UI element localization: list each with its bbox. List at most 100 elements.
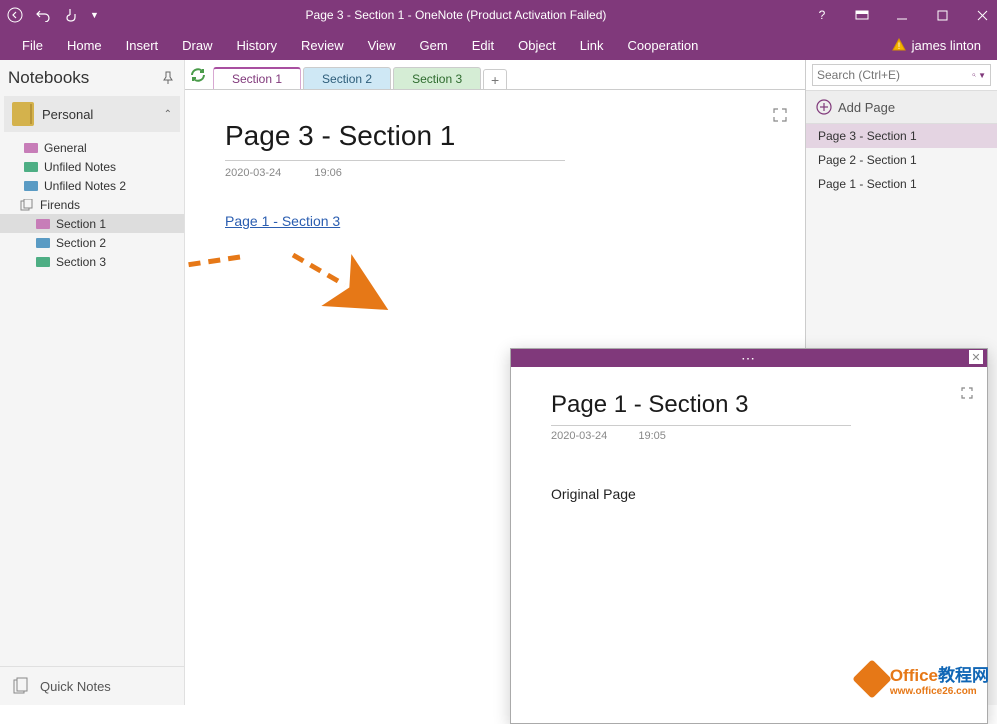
ribbon-display-icon[interactable] — [853, 6, 871, 24]
search-input[interactable] — [817, 68, 972, 82]
notebooks-sidebar: Notebooks Personal ⌃ General Unfiled Not… — [0, 60, 185, 705]
tab-label: Section 2 — [322, 72, 372, 86]
page-hyperlink[interactable]: Page 1 - Section 3 — [225, 213, 340, 229]
chevron-up-icon: ⌃ — [164, 109, 172, 120]
section-label: Unfiled Notes — [44, 160, 116, 174]
search-dropdown-icon[interactable]: ▼ — [978, 71, 986, 80]
add-page-button[interactable]: Add Page — [806, 91, 997, 124]
page-meta: 2020-03-24 19:06 — [225, 167, 765, 179]
popup-meta: 2020-03-24 19:05 — [551, 430, 947, 442]
section-label: Section 2 — [56, 236, 106, 250]
quick-access: ▼ — [6, 6, 99, 24]
watermark-url: www.office26.com — [890, 686, 989, 697]
qat-dropdown-icon[interactable]: ▼ — [90, 10, 99, 20]
menu-insert[interactable]: Insert — [114, 30, 171, 60]
popup-close-icon[interactable]: ✕ — [969, 350, 983, 364]
section-color-icon — [24, 181, 38, 191]
section-label: Section 3 — [56, 255, 106, 269]
sidebar-section-unfiled2[interactable]: Unfiled Notes 2 — [0, 176, 184, 195]
sidebar-title: Notebooks — [8, 68, 160, 88]
menu-view[interactable]: View — [356, 30, 408, 60]
page-entry-label: Page 1 - Section 1 — [818, 177, 917, 191]
notebook-selector[interactable]: Personal ⌃ — [4, 96, 180, 132]
popup-title[interactable]: Page 1 - Section 3 — [551, 391, 947, 419]
page-entry-2[interactable]: Page 2 - Section 1 — [806, 148, 997, 172]
sidebar-section-general[interactable]: General — [0, 138, 184, 157]
menu-file[interactable]: File — [10, 30, 55, 60]
popup-date[interactable]: 2020-03-24 — [551, 430, 607, 442]
search-box[interactable]: ▼ — [812, 64, 991, 86]
page-title[interactable]: Page 3 - Section 1 — [225, 120, 765, 152]
menubar: File Home Insert Draw History Review Vie… — [0, 30, 997, 60]
page-entry-label: Page 3 - Section 1 — [818, 129, 917, 143]
sidebar-section-1[interactable]: Section 1 — [0, 214, 184, 233]
popup-content[interactable]: Original Page — [551, 486, 947, 502]
page-entry-3[interactable]: Page 1 - Section 1 — [806, 172, 997, 196]
section-color-icon — [24, 162, 38, 172]
search-row: ▼ — [806, 60, 997, 91]
help-icon[interactable]: ? — [813, 6, 831, 24]
tab-label: Section 1 — [232, 72, 282, 86]
minimize-icon[interactable] — [893, 6, 911, 24]
popup-body[interactable]: Page 1 - Section 3 2020-03-24 19:05 Orig… — [511, 367, 987, 526]
sync-icon[interactable] — [189, 66, 207, 84]
drag-handle-icon[interactable]: ⋯ — [741, 350, 757, 367]
content-area: Section 1 Section 2 Section 3 + Page 3 -… — [185, 60, 805, 705]
add-page-icon — [816, 99, 832, 115]
notebook-icon — [12, 102, 34, 126]
touch-mode-icon[interactable] — [62, 6, 80, 24]
sidebar-section-3[interactable]: Section 3 — [0, 252, 184, 271]
watermark-brand2: 教程网 — [938, 666, 989, 685]
user-account[interactable]: ! james linton — [892, 38, 987, 53]
menu-link[interactable]: Link — [568, 30, 616, 60]
section-color-icon — [36, 238, 50, 248]
tab-section-3[interactable]: Section 3 — [393, 67, 481, 89]
pin-icon[interactable] — [160, 70, 176, 86]
quick-notes-button[interactable]: Quick Notes — [0, 666, 184, 705]
user-name: james linton — [912, 38, 981, 53]
title-divider — [225, 160, 565, 161]
group-label: Firends — [40, 198, 80, 212]
back-icon[interactable] — [6, 6, 24, 24]
popup-titlebar[interactable]: ⋯ ✕ — [511, 349, 987, 367]
window-controls: ? — [813, 6, 991, 24]
section-color-icon — [36, 219, 50, 229]
page-time[interactable]: 19:06 — [314, 167, 342, 179]
section-tabstrip: Section 1 Section 2 Section 3 + — [185, 60, 805, 90]
fullscreen-icon[interactable] — [773, 108, 787, 122]
close-icon[interactable] — [973, 6, 991, 24]
notebook-name: Personal — [42, 107, 164, 122]
menu-history[interactable]: History — [225, 30, 289, 60]
sidebar-section-unfiled[interactable]: Unfiled Notes — [0, 157, 184, 176]
menu-home[interactable]: Home — [55, 30, 114, 60]
menu-object[interactable]: Object — [506, 30, 568, 60]
undo-icon[interactable] — [34, 6, 52, 24]
section-color-icon — [24, 143, 38, 153]
warning-icon: ! — [892, 38, 906, 52]
menu-cooperation[interactable]: Cooperation — [616, 30, 711, 60]
window-title: Page 3 - Section 1 - OneNote (Product Ac… — [99, 8, 813, 22]
tab-label: Section 3 — [412, 72, 462, 86]
menu-review[interactable]: Review — [289, 30, 356, 60]
svg-text:!: ! — [897, 41, 900, 51]
menu-gem[interactable]: Gem — [408, 30, 460, 60]
popup-divider — [551, 425, 851, 426]
section-group-icon — [20, 199, 34, 211]
sidebar-section-2[interactable]: Section 2 — [0, 233, 184, 252]
menu-edit[interactable]: Edit — [460, 30, 506, 60]
add-section-button[interactable]: + — [483, 69, 507, 89]
page-entry-label: Page 2 - Section 1 — [818, 153, 917, 167]
popup-time[interactable]: 19:05 — [638, 430, 666, 442]
watermark-icon — [852, 659, 892, 699]
menu-draw[interactable]: Draw — [170, 30, 224, 60]
popup-fullscreen-icon[interactable] — [961, 387, 973, 399]
titlebar: ▼ Page 3 - Section 1 - OneNote (Product … — [0, 0, 997, 30]
page-date[interactable]: 2020-03-24 — [225, 167, 281, 179]
maximize-icon[interactable] — [933, 6, 951, 24]
section-color-icon — [36, 257, 50, 267]
page-entry-1[interactable]: Page 3 - Section 1 — [806, 124, 997, 148]
tab-section-2[interactable]: Section 2 — [303, 67, 391, 89]
search-icon[interactable] — [972, 68, 976, 82]
tab-section-1[interactable]: Section 1 — [213, 67, 301, 89]
sidebar-group-friends[interactable]: Firends — [0, 195, 184, 214]
